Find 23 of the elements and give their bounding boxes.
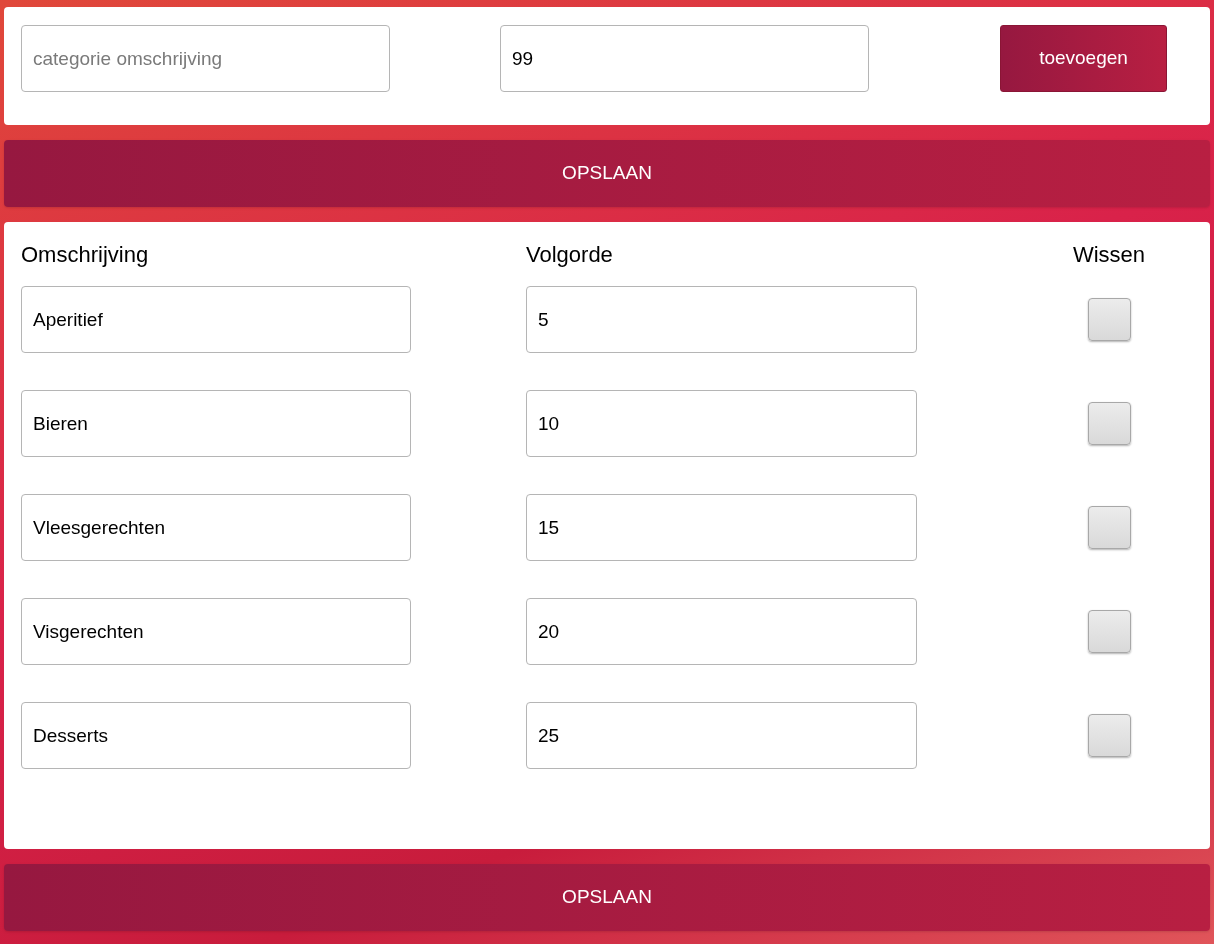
delete-checkbox[interactable]	[1087, 402, 1131, 445]
description-input[interactable]: categorie omschrijving	[21, 25, 390, 92]
description-input[interactable]: Aperitief	[21, 286, 411, 353]
column-header: Wissen	[1071, 240, 1147, 269]
order-input[interactable]: 99	[500, 25, 869, 92]
order-input[interactable]: 25	[526, 702, 917, 769]
delete-checkbox[interactable]	[1087, 298, 1131, 341]
save-button[interactable]: OPSLAAN	[4, 864, 1210, 931]
description-input[interactable]: Desserts	[21, 702, 411, 769]
order-input[interactable]: 5	[526, 286, 917, 353]
column-header: Omschrijving	[21, 240, 150, 269]
delete-checkbox[interactable]	[1087, 610, 1131, 653]
add-button[interactable]: toevoegen	[1000, 25, 1167, 92]
description-input[interactable]: Visgerechten	[21, 598, 411, 665]
delete-checkbox[interactable]	[1087, 506, 1131, 549]
description-input[interactable]: Bieren	[21, 390, 411, 457]
delete-checkbox[interactable]	[1087, 714, 1131, 757]
description-input[interactable]: Vleesgerechten	[21, 494, 411, 561]
order-input[interactable]: 10	[526, 390, 917, 457]
save-button[interactable]: OPSLAAN	[4, 140, 1210, 207]
order-input[interactable]: 20	[526, 598, 917, 665]
order-input[interactable]: 15	[526, 494, 917, 561]
column-header: Volgorde	[526, 240, 614, 269]
